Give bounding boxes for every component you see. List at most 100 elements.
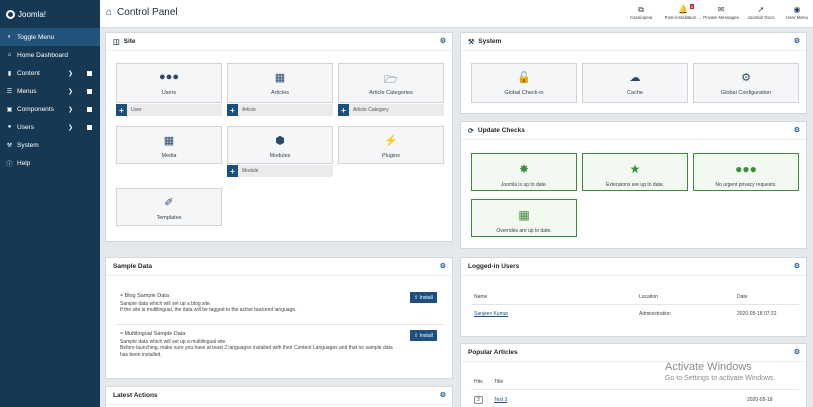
sidebar-item-label: Users: [17, 123, 34, 131]
logged-in-users-card: Logged-in Users ⚙ Name Location Date San…: [460, 257, 807, 337]
tile-label: Media: [161, 153, 177, 159]
tool-label: Post-installation ...: [664, 15, 702, 20]
cloud-icon: ☁: [629, 72, 641, 84]
header-tool-user-menu[interactable]: ◉ User Menu: [774, 4, 813, 20]
tile-templates[interactable]: ✐ Templates: [116, 188, 222, 226]
install-blog-button[interactable]: ⇧ Install: [410, 292, 437, 303]
system-card: ⚒ System ⚙ 🔓 Global Check-in ☁ Cache ⚙ G…: [460, 32, 807, 114]
add-label: Article Category: [353, 107, 389, 113]
article-date: 2020-05-18: [747, 397, 773, 403]
tile-label: No urgent privacy requests.: [715, 182, 777, 188]
sidebar-item-users[interactable]: ● Users ❯: [0, 118, 100, 136]
users-icon: ●●●: [159, 71, 179, 83]
top-header: Joomla! ⌂ Control Panel ⧉ Cassiopeia 🔔 6…: [0, 0, 813, 28]
unlock-icon: 🔓: [517, 72, 531, 84]
wrench-icon: ⚒: [6, 142, 13, 149]
card-title: Logged-in Users: [468, 263, 520, 270]
tile-overrides-up-to-date[interactable]: ▦ Overrides are up to date.: [471, 199, 577, 237]
sidebar-item-system[interactable]: ⚒ System: [0, 136, 100, 154]
chevron-right-icon: ❯: [68, 124, 74, 131]
sidebar-item-home-dashboard[interactable]: ⌂ Home Dashboard: [0, 46, 100, 64]
joomla-logo[interactable]: Joomla!: [0, 0, 100, 28]
sidebar-item-label: System: [17, 141, 39, 149]
add-module-button[interactable]: + Module: [227, 165, 333, 177]
tile-media[interactable]: ▦ Media: [116, 126, 222, 164]
gear-icon[interactable]: ⚙: [794, 262, 800, 270]
sidebar-item-components[interactable]: ▣ Components ❯: [0, 100, 100, 118]
tile-modules[interactable]: ⬢ Modules: [227, 126, 333, 164]
add-article-category-button[interactable]: + Article Category: [338, 104, 444, 116]
tile-articles[interactable]: ▦ Articles: [227, 63, 333, 103]
tile-label: Articles: [270, 90, 290, 96]
sidebar-item-toggle-menu[interactable]: ◐ Toggle Menu: [0, 28, 100, 46]
sample-item-title: ≈ Multilingual Sample Data: [120, 331, 400, 338]
user-name-link[interactable]: Sanjeev Kumar: [474, 311, 508, 317]
tile-users[interactable]: ●●● Users: [116, 63, 222, 103]
tile-global-configuration[interactable]: ⚙ Global Configuration: [693, 63, 799, 103]
divider: [116, 324, 444, 325]
gear-icon[interactable]: ⚙: [794, 37, 800, 45]
install-multilingual-button[interactable]: ⇧ Install: [410, 330, 437, 341]
home-icon: ⌂: [7, 52, 12, 58]
header-tool-cassiopeia[interactable]: ⧉ Cassiopeia: [618, 4, 664, 20]
button-label: Install: [419, 294, 433, 301]
sample-description: If the site is multilingual, the data wi…: [120, 307, 297, 313]
gear-icon[interactable]: ⚙: [794, 348, 800, 356]
dashboard-grid-icon[interactable]: [87, 88, 92, 94]
tile-label: Users: [161, 90, 177, 96]
images-icon: ▦: [163, 135, 175, 147]
gear-icon[interactable]: ⚙: [440, 391, 446, 399]
tile-label: Plugins: [381, 153, 401, 159]
gear-icon[interactable]: ⚙: [440, 37, 446, 45]
tile-label: Templates: [156, 215, 182, 221]
tile-privacy-requests[interactable]: ●●● No urgent privacy requests.: [693, 153, 799, 191]
system-card-header: ⚒ System ⚙: [461, 33, 806, 51]
add-article-button[interactable]: + Article: [227, 104, 333, 116]
home-icon: ⌂: [106, 7, 113, 18]
plus-icon: +: [227, 165, 238, 177]
tile-article-categories[interactable]: 🗁 Article Categories: [338, 63, 444, 103]
tool-label: Private Messages: [703, 15, 739, 20]
add-user-button[interactable]: + User: [116, 104, 222, 116]
brush-icon: ✐: [164, 197, 174, 209]
tool-label: User Menu: [785, 15, 808, 20]
user-icon: ◉: [793, 5, 801, 14]
tile-label: Extensions are up to date.: [605, 182, 665, 188]
file-icon: ▦: [518, 208, 530, 222]
dashboard-grid-icon[interactable]: [87, 70, 92, 76]
users-icon: ●●●: [735, 162, 757, 176]
external-link-icon: ⧉: [638, 5, 644, 14]
dashboard-grid-icon[interactable]: [87, 124, 92, 130]
tile-label: Global Check-in: [504, 90, 544, 96]
site-card: ◫ Site ⚙ ●●● Users + User ▦ Articles + A…: [105, 32, 453, 242]
users-icon: ●: [7, 124, 12, 130]
divider: [471, 389, 799, 390]
sidebar-item-label: Help: [17, 159, 31, 167]
sidebar-item-label: Home Dashboard: [17, 51, 68, 59]
tile-plugins[interactable]: ⚡ Plugins: [338, 126, 444, 164]
gear-icon[interactable]: ⚙: [440, 262, 446, 270]
logo-text: Joomla!: [18, 9, 47, 19]
sidebar-item-help[interactable]: ⓘ Help: [0, 154, 100, 172]
tile-label: Cache: [627, 90, 643, 96]
chevron-right-icon: ❯: [68, 70, 74, 77]
gear-icon: ⚙: [741, 72, 751, 84]
gear-icon[interactable]: ⚙: [794, 126, 800, 134]
watermark-subtitle: Go to Settings to activate Windows.: [665, 375, 776, 382]
dashboard-grid-icon[interactable]: [87, 106, 92, 112]
plug-icon: ⚡: [384, 135, 398, 147]
sidebar-item-menus[interactable]: ☰ Menus ❯: [0, 82, 100, 100]
sync-icon: ⟳: [468, 127, 474, 135]
tile-joomla-up-to-date[interactable]: ✸ Joomla is up to date.: [471, 153, 577, 191]
tile-label: Global Configuration: [720, 90, 772, 96]
plus-icon: +: [338, 104, 349, 116]
article-title-link[interactable]: Test 3: [494, 397, 507, 403]
sample-data-card: Sample Data ⚙ ≈ Blog Sample Data Sample …: [105, 257, 453, 379]
sidebar-item-content[interactable]: ▮ Content ❯: [0, 64, 100, 82]
file-icon: ▦: [274, 72, 286, 84]
tile-cache[interactable]: ☁ Cache: [582, 63, 688, 103]
tile-extensions-up-to-date[interactable]: ★ Extensions are up to date.: [582, 153, 688, 191]
sidebar: ◐ Toggle Menu ⌂ Home Dashboard ▮ Content…: [0, 28, 100, 407]
sidebar-item-label: Content: [17, 69, 40, 77]
tile-global-check-in[interactable]: 🔓 Global Check-in: [471, 63, 577, 103]
